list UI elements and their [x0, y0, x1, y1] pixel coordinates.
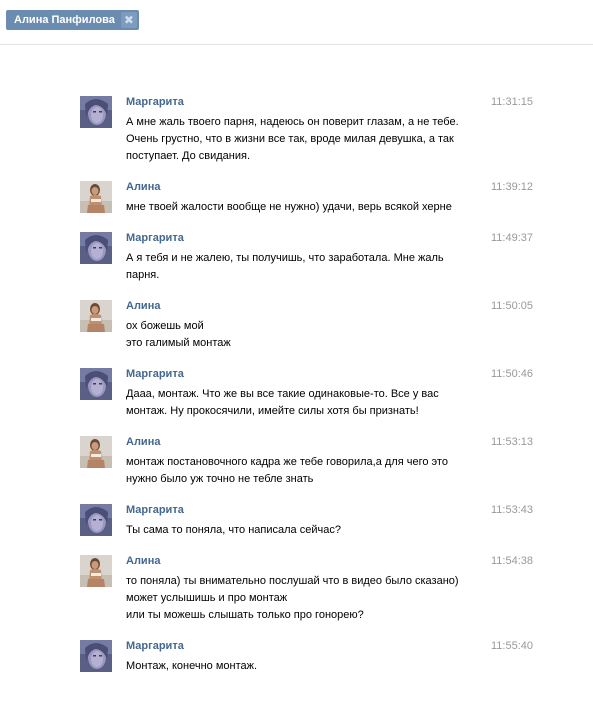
alina-avatar[interactable] [80, 555, 112, 587]
message-line: А мне жаль твоего парня, надеюсь он пове… [126, 116, 459, 128]
message-text: А я тебя и не жалею, ты получишь, что за… [126, 250, 476, 284]
message-author-link[interactable]: Маргарита [126, 368, 184, 380]
alina-avatar[interactable] [80, 300, 112, 332]
message-time: 11:53:13 [491, 436, 534, 448]
message-time: 11:53:43 [491, 504, 534, 516]
message-text: мне твоей жалости вообще не нужно) удачи… [126, 199, 476, 216]
message-author-link[interactable]: Алина [126, 300, 160, 312]
message-text: монтаж постановочного кадра же тебе гово… [126, 454, 476, 488]
message-line: Дааа, монтаж. Что же вы все такие одинак… [126, 388, 439, 400]
message-time: 11:55:40 [491, 640, 534, 652]
message-line: нужно было уж точно не тебле знать [126, 473, 314, 485]
message-line: поступает. До свидания. [126, 150, 250, 162]
message-line: может услышишь и про монтаж [126, 592, 288, 604]
conversation-tab-label: Алина Панфилова [14, 14, 115, 26]
message-time: 11:31:15 [491, 96, 534, 108]
message-author-link[interactable]: Маргарита [126, 504, 184, 516]
message-author-link[interactable]: Маргарита [126, 232, 184, 244]
message-line: это галимый монтаж [126, 337, 231, 349]
alina-avatar[interactable] [80, 436, 112, 468]
alina-avatar[interactable] [80, 181, 112, 213]
message-time: 11:49:37 [491, 232, 534, 244]
message-line: Очень грустно, что в жизни все так, врод… [126, 133, 454, 145]
message-time: 11:50:05 [491, 300, 534, 312]
message-line: А я тебя и не жалею, ты получишь, что за… [126, 252, 444, 264]
message-author-link[interactable]: Маргарита [126, 96, 184, 108]
margarita-avatar[interactable] [80, 504, 112, 536]
margarita-avatar[interactable] [80, 232, 112, 264]
margarita-avatar[interactable] [80, 96, 112, 128]
message-line: мне твоей жалости вообще не нужно) удачи… [126, 201, 452, 213]
message-text: Ты сама то поняла, что написала сейчас? [126, 522, 476, 539]
message-author-link[interactable]: Алина [126, 436, 160, 448]
conversation-tab[interactable]: Алина Панфилова ✖ [6, 10, 139, 30]
message-text: то поняла) ты внимательно послушай что в… [126, 573, 476, 624]
margarita-avatar[interactable] [80, 640, 112, 672]
message-line: или ты можешь слышать только про гонорею… [126, 609, 364, 621]
message-time: 11:54:38 [491, 555, 534, 567]
message-author-link[interactable]: Алина [126, 181, 160, 193]
message-line: монтаж постановочного кадра же тебе гово… [126, 456, 448, 468]
message-author-link[interactable]: Маргарита [126, 640, 184, 652]
message-text: Монтаж, конечно монтаж. [126, 658, 476, 675]
message-line: Монтаж, конечно монтаж. [126, 660, 258, 672]
message-text: А мне жаль твоего парня, надеюсь он пове… [126, 114, 476, 165]
close-icon[interactable]: ✖ [120, 12, 137, 28]
margarita-avatar[interactable] [80, 368, 112, 400]
message-line: ох божешь мой [126, 320, 204, 332]
message-line: то поняла) ты внимательно послушай что в… [126, 575, 459, 587]
message-author-link[interactable]: Алина [126, 555, 160, 567]
message-time: 11:50:46 [491, 368, 534, 380]
message-text: ох божешь мой это галимый монтаж [126, 318, 476, 352]
message-line: монтаж. Ну прокосячили, имейте силы хотя… [126, 405, 419, 417]
message-time: 11:39:12 [491, 181, 534, 193]
message-line: парня. [126, 269, 160, 281]
message-line: Ты сама то поняла, что написала сейчас? [126, 524, 341, 536]
message-text: Дааа, монтаж. Что же вы все такие одинак… [126, 386, 476, 420]
conversation-header: Алина Панфилова ✖ [0, 0, 593, 45]
